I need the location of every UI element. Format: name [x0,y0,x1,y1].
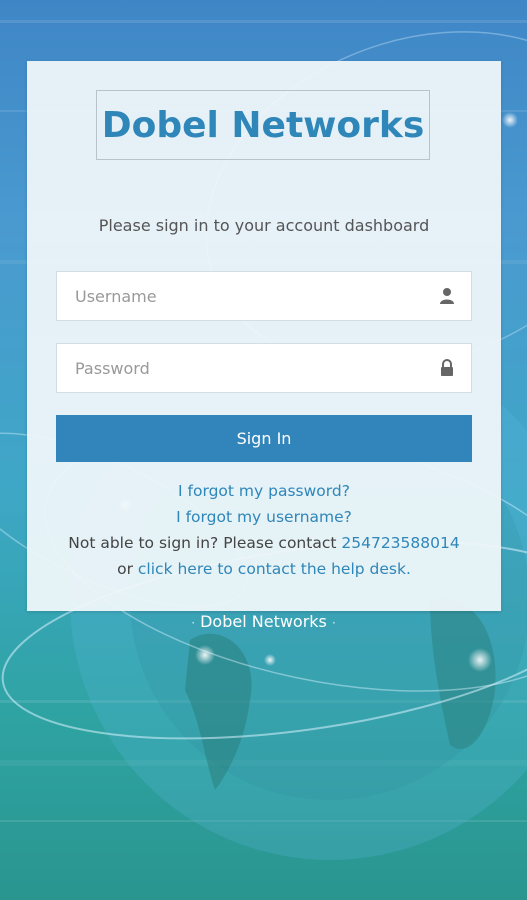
contact-phone-link[interactable]: 254723588014 [341,534,459,552]
username-field-wrapper [56,271,472,321]
lock-icon [441,359,453,376]
password-field-wrapper [56,343,472,393]
or-text: or [117,560,133,578]
help-desk-link[interactable]: click here to contact the help desk. [138,560,411,578]
user-icon [440,288,454,304]
login-subtitle: Please sign in to your account dashboard [98,216,430,235]
login-card: Dobel Networks Please sign in to your ac… [27,61,501,611]
footer-separator-right: · [331,616,336,630]
contact-prefix-text: Not able to sign in? Please contact [68,534,337,552]
footer-separator-left: · [191,616,196,630]
brand-logo: Dobel Networks [96,90,430,160]
forgot-username-link[interactable]: I forgot my username? [176,508,352,526]
username-input[interactable] [57,272,471,320]
password-input[interactable] [57,344,471,392]
footer-brand: Dobel Networks [200,612,327,631]
footer: · Dobel Networks · [0,612,527,631]
help-links: I forgot my password? I forgot my userna… [27,478,501,582]
sign-in-button[interactable]: Sign In [56,415,472,462]
forgot-password-link[interactable]: I forgot my password? [178,482,350,500]
